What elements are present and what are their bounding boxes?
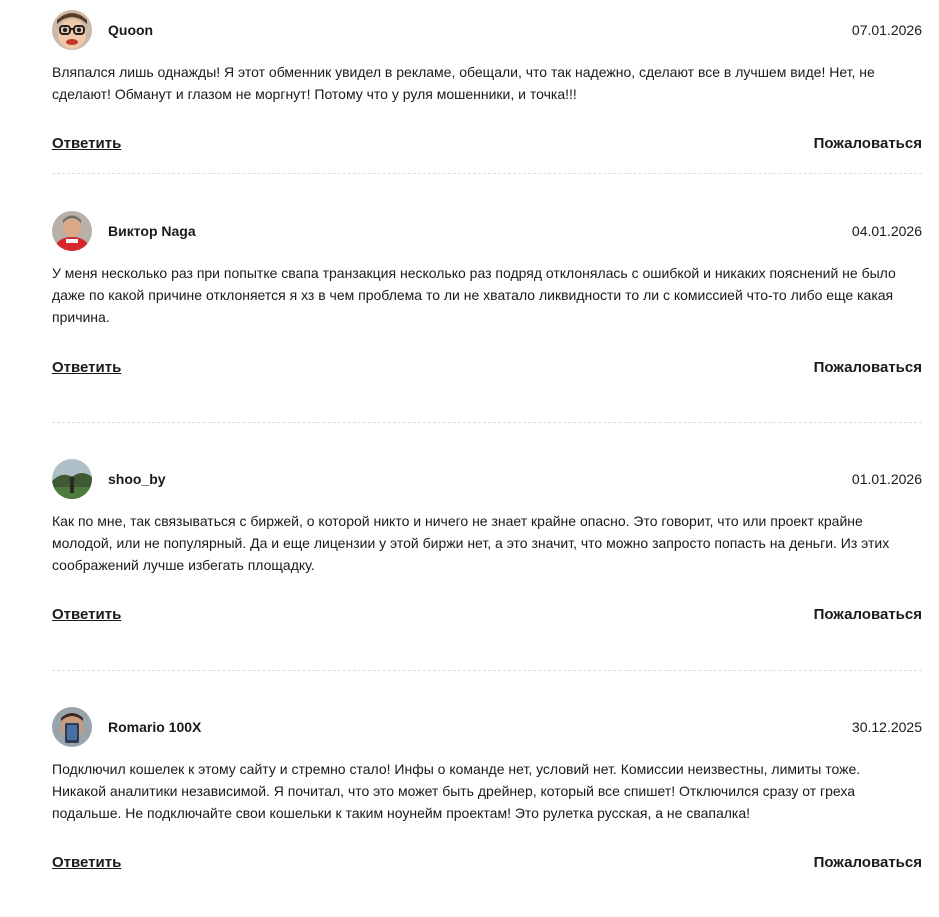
comment-text: Вляпался лишь однажды! Я этот обменник у…	[52, 64, 875, 102]
comment-item: Quoon 07.01.2026 Вляпался лишь однажды! …	[52, 10, 922, 174]
comments-list: Quoon 07.01.2026 Вляпался лишь однажды! …	[52, 0, 922, 917]
report-link[interactable]: Пожаловаться	[814, 606, 922, 623]
comment-actions: Ответить Пожаловаться	[52, 356, 922, 378]
comment-text: У меня несколько раз при попытке свапа т…	[52, 265, 896, 325]
comment-author: shoo_by	[108, 471, 166, 487]
comment-date: 30.12.2025	[851, 719, 922, 735]
landscape-photo-avatar-icon[interactable]	[52, 459, 92, 499]
cartoon-face-avatar-icon[interactable]	[52, 10, 92, 50]
comment-text: Подключил кошелек к этому сайту и стремн…	[52, 761, 861, 821]
comment-header: shoo_by 01.01.2026	[52, 459, 922, 499]
report-link[interactable]: Пожаловаться	[814, 854, 922, 871]
comment-author: Виктор Naga	[108, 223, 196, 239]
comment-actions: Ответить Пожаловаться	[52, 851, 922, 873]
comment-author: Romario 100X	[108, 719, 202, 735]
comment-author: Quoon	[108, 22, 154, 38]
man-red-shirt-avatar-icon[interactable]	[52, 211, 92, 251]
comment-item: shoo_by 01.01.2026 Как по мне, так связы…	[52, 459, 922, 671]
comment-item: Виктор Naga 04.01.2026 У меня несколько …	[52, 211, 922, 423]
comment-date: 01.01.2026	[851, 471, 922, 487]
comment-actions: Ответить Пожаловаться	[52, 603, 922, 625]
comment-text: Как по мне, так связываться с биржей, о …	[52, 513, 890, 573]
comment-header: Виктор Naga 04.01.2026	[52, 211, 922, 251]
comment-date: 07.01.2026	[851, 22, 922, 38]
comment-header: Romario 100X 30.12.2025	[52, 707, 922, 747]
comment-date: 04.01.2026	[851, 223, 922, 239]
comment-actions: Ответить Пожаловаться	[52, 132, 922, 154]
report-link[interactable]: Пожаловаться	[814, 135, 922, 152]
reply-link[interactable]: Ответить	[52, 135, 121, 152]
reply-link[interactable]: Ответить	[52, 606, 121, 623]
comment-item: Romario 100X 30.12.2025 Подключил кошеле…	[52, 707, 922, 917]
comment-header: Quoon 07.01.2026	[52, 10, 922, 50]
reply-link[interactable]: Ответить	[52, 359, 121, 376]
report-link[interactable]: Пожаловаться	[814, 359, 922, 376]
reply-link[interactable]: Ответить	[52, 854, 121, 871]
selfie-phone-avatar-icon[interactable]	[52, 707, 92, 747]
